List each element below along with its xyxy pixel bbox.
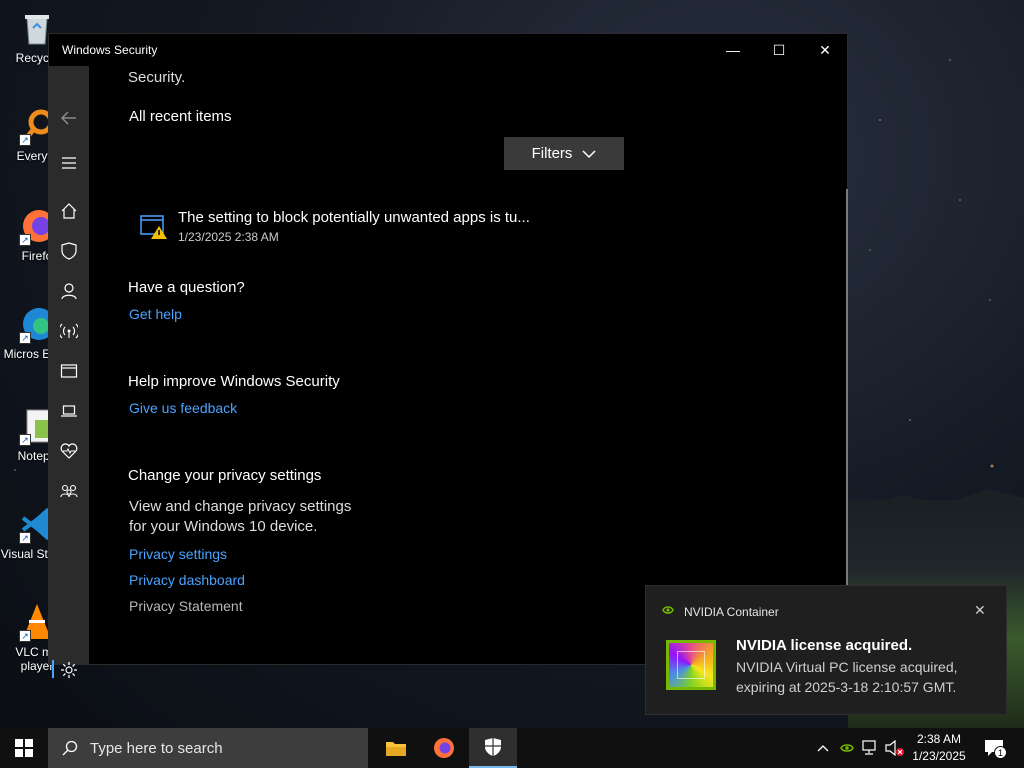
gear-icon [61, 662, 77, 678]
privacy-statement-link[interactable]: Privacy Statement [129, 598, 243, 614]
clock-date: 1/23/2025 [912, 749, 966, 763]
shortcut-arrow-icon: ↗ [19, 434, 31, 446]
nav-firewall[interactable] [49, 315, 89, 347]
wifi-icon [60, 323, 78, 339]
action-center-button[interactable]: 1 [982, 738, 1007, 759]
minimize-button[interactable]: — [710, 34, 756, 66]
settings-selected-indicator [52, 660, 54, 678]
shield-icon [485, 738, 501, 756]
search-icon [62, 740, 78, 756]
browser-icon [60, 364, 78, 378]
taskbar-clock[interactable]: 2:38 AM 1/23/2025 [900, 731, 978, 765]
filters-label: Filters [531, 145, 573, 162]
window-title: Windows Security [62, 43, 158, 57]
chevron-up-icon [817, 745, 829, 752]
nav-account-protection[interactable] [49, 275, 89, 307]
truncated-text: Security. [128, 69, 186, 86]
toast-message-line1: NVIDIA Virtual PC license acquired, [736, 659, 958, 675]
get-help-link[interactable]: Get help [129, 306, 182, 322]
home-icon [61, 203, 77, 219]
toast-app-name: NVIDIA Container [684, 605, 779, 619]
maximize-icon: ☐ [772, 41, 786, 58]
shortcut-arrow-icon: ↗ [19, 234, 31, 246]
title-bar[interactable]: Windows Security — ☐ ✕ [49, 34, 847, 66]
recent-item-timestamp: 1/23/2025 2:38 AM [178, 230, 279, 244]
shortcut-arrow-icon: ↗ [19, 134, 31, 146]
feedback-link[interactable]: Give us feedback [129, 400, 237, 416]
navigation-rail [49, 66, 89, 678]
windows-security-window: Windows Security — ☐ ✕ Security. All rec… [48, 33, 848, 678]
menu-button[interactable] [49, 147, 89, 179]
shortcut-arrow-icon: ↗ [19, 630, 31, 642]
nav-settings[interactable] [49, 654, 89, 686]
scrollbar[interactable] [846, 189, 848, 619]
family-icon [60, 484, 78, 498]
toast-heading: NVIDIA license acquired. [736, 637, 913, 654]
nav-device-health[interactable] [49, 435, 89, 467]
taskbar-file-explorer[interactable] [372, 728, 420, 768]
improve-heading: Help improve Windows Security [128, 373, 340, 390]
nvidia-logo-icon [840, 744, 854, 752]
firefox-icon [434, 738, 454, 758]
windows-logo-icon [15, 739, 33, 757]
account-icon [61, 283, 77, 300]
close-button[interactable]: ✕ [802, 34, 848, 66]
nav-device-security[interactable] [49, 395, 89, 427]
menu-icon [62, 157, 76, 169]
taskbar-firefox[interactable] [420, 728, 468, 768]
back-arrow-icon [60, 111, 76, 125]
notification-count-badge: 1 [994, 746, 1007, 759]
privacy-settings-link[interactable]: Privacy settings [129, 546, 227, 562]
folder-icon [386, 742, 406, 756]
tray-overflow-button[interactable] [813, 738, 833, 758]
minimize-icon: — [726, 42, 740, 58]
chevron-down-icon [582, 149, 596, 158]
shortcut-arrow-icon: ↗ [19, 332, 31, 344]
toast-close-button[interactable]: ✕ [974, 602, 986, 619]
clock-time: 2:38 AM [916, 732, 962, 746]
privacy-dashboard-link[interactable]: Privacy dashboard [129, 572, 245, 588]
search-placeholder: Type here to search [90, 739, 223, 757]
network-icon [862, 740, 876, 755]
nav-virus-protection[interactable] [49, 235, 89, 267]
question-heading: Have a question? [128, 279, 245, 296]
start-button[interactable] [0, 728, 48, 768]
main-content: Security. All recent items Filters The s… [89, 66, 847, 664]
privacy-description-line2: for your Windows 10 device. [129, 518, 318, 535]
heart-icon [60, 443, 78, 459]
toast-message-line2: expiring at 2025-3-18 2:10:57 GMT. [736, 679, 957, 695]
gpu-chip-icon [666, 640, 716, 690]
notification-toast[interactable]: NVIDIA Container ✕ NVIDIA license acquir… [645, 585, 1007, 715]
close-icon: ✕ [819, 41, 831, 58]
browser-warning-icon [140, 215, 167, 239]
shortcut-arrow-icon: ↗ [19, 532, 31, 544]
recent-item[interactable]: The setting to block potentially unwante… [137, 206, 557, 252]
tray-nvidia[interactable] [837, 738, 857, 758]
shield-icon [61, 242, 77, 260]
back-button[interactable] [49, 102, 89, 134]
nav-family-options[interactable] [49, 475, 89, 507]
taskbar: Type here to search 2:38 AM 1/23/2025 1 [0, 728, 1024, 768]
tray-network[interactable] [861, 738, 881, 758]
toast-message: NVIDIA Virtual PC license acquired, expi… [736, 657, 996, 697]
privacy-heading: Change your privacy settings [128, 467, 322, 484]
recent-items-heading: All recent items [129, 108, 232, 125]
nav-home[interactable] [49, 195, 89, 227]
laptop-icon [61, 405, 77, 417]
taskbar-search-box[interactable]: Type here to search [48, 728, 368, 768]
nav-app-browser-control[interactable] [49, 355, 89, 387]
privacy-description-line1: View and change privacy settings [129, 498, 352, 515]
maximize-button[interactable]: ☐ [756, 34, 802, 66]
taskbar-windows-security[interactable] [469, 728, 517, 768]
recent-item-title: The setting to block potentially unwante… [178, 209, 530, 226]
filters-button[interactable]: Filters [504, 137, 624, 170]
nvidia-logo-icon [662, 606, 674, 614]
